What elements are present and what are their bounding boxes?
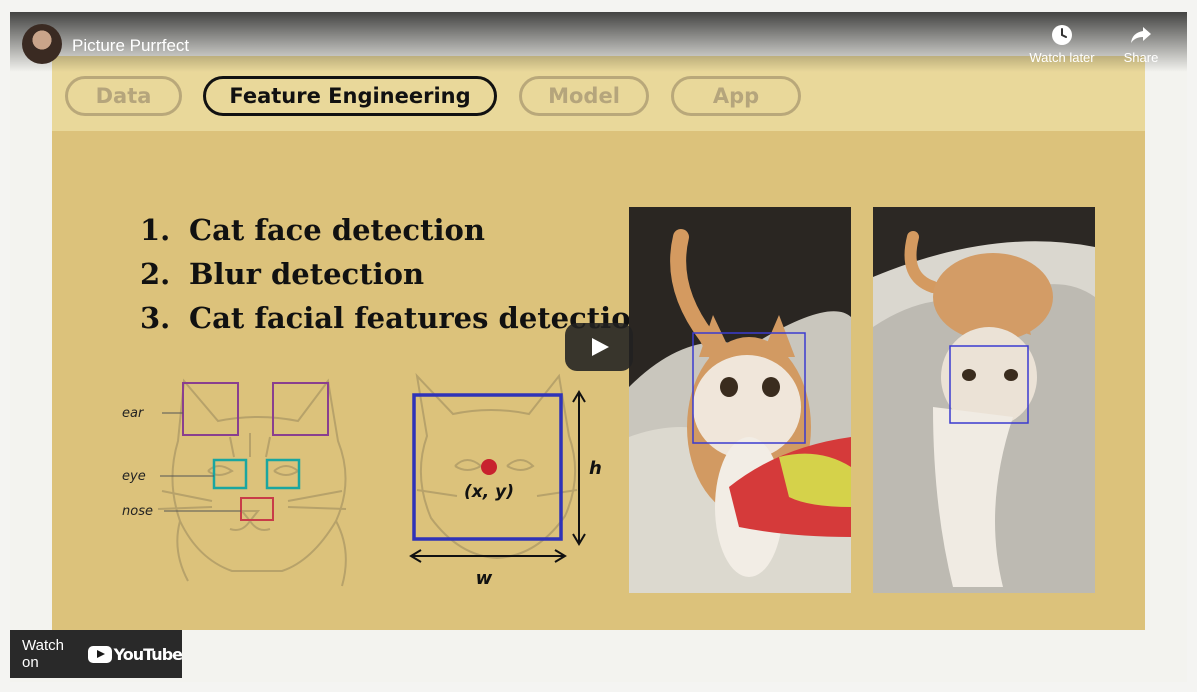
tab-feature-engineering[interactable]: Feature Engineering bbox=[203, 76, 497, 116]
tab-model[interactable]: Model bbox=[519, 76, 649, 116]
ear-label: ear bbox=[122, 406, 145, 421]
youtube-logo: YouTube bbox=[87, 644, 183, 664]
avatar[interactable] bbox=[22, 24, 62, 64]
share-arrow-icon bbox=[1131, 27, 1151, 43]
eye-label: eye bbox=[122, 469, 146, 484]
share-button[interactable]: Share bbox=[1101, 24, 1181, 65]
watch-later-button[interactable]: Watch later bbox=[1022, 24, 1102, 65]
list-item: 2. Blur detection bbox=[140, 257, 425, 291]
step-text: Blur detection bbox=[189, 257, 425, 291]
video-title[interactable]: Picture Purrfect bbox=[72, 36, 189, 56]
steps-list: 1. Cat face detection 2. Blur detection 3.… bbox=[140, 208, 652, 340]
cat-photo-1 bbox=[629, 207, 851, 593]
share-label: Share bbox=[1123, 50, 1159, 65]
step-text: Cat face detection bbox=[189, 213, 485, 247]
watch-on-youtube-button[interactable]: Watch on YouTube bbox=[10, 630, 183, 678]
video-player[interactable]: Data Feature Engineering Model App 1. Cat… bbox=[10, 12, 1187, 682]
cat-features-diagram: ear eye nose bbox=[122, 378, 347, 587]
width-label: w bbox=[476, 568, 493, 589]
youtube-wordmark: YouTube bbox=[113, 644, 183, 664]
tab-app[interactable]: App bbox=[671, 76, 801, 116]
height-label: h bbox=[589, 458, 602, 479]
nose-label: nose bbox=[122, 504, 153, 519]
youtube-logo-icon bbox=[87, 645, 112, 663]
center-label: (x, y) bbox=[464, 482, 514, 502]
bounding-box-diagram: (x, y) h w bbox=[409, 372, 602, 589]
cat-photo-2 bbox=[873, 207, 1095, 593]
list-item: 1. Cat face detection bbox=[140, 213, 485, 247]
tab-data[interactable]: Data bbox=[65, 76, 182, 116]
clock-icon bbox=[1052, 25, 1072, 45]
watch-on-label: Watch on bbox=[22, 637, 64, 671]
play-button[interactable] bbox=[565, 323, 633, 371]
watch-later-label: Watch later bbox=[1029, 50, 1095, 65]
